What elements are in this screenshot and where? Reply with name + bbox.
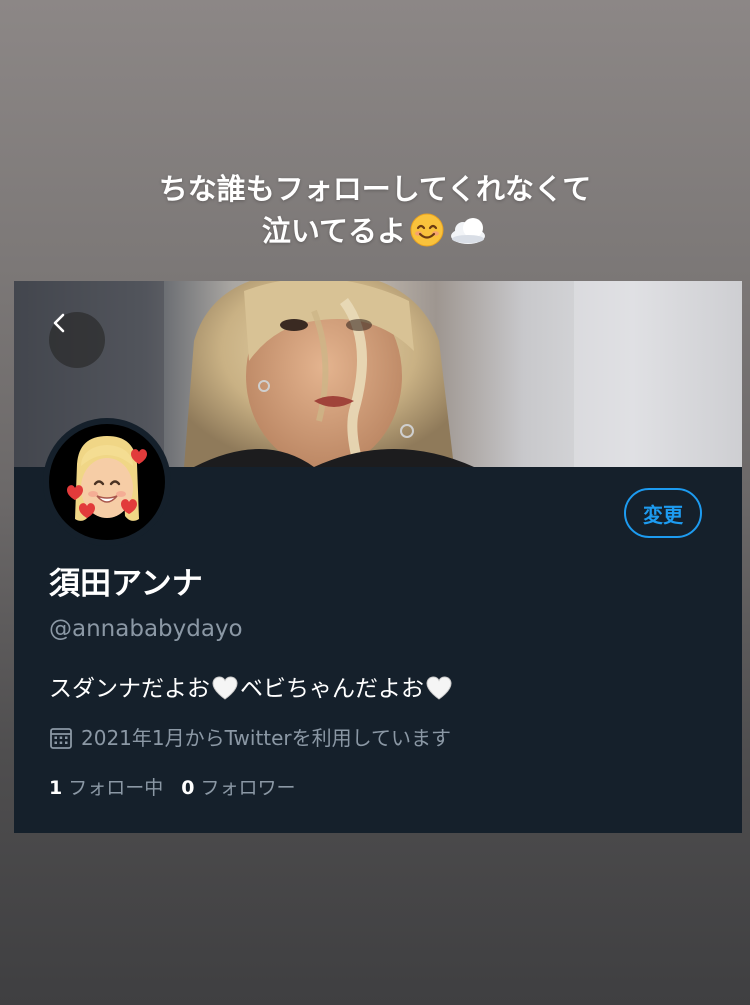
cloud-emoji-icon (451, 218, 486, 244)
joined-date: 2021年1月からTwitterを利用しています (49, 724, 451, 752)
joined-text: 2021年1月からTwitterを利用しています (81, 726, 452, 750)
calendar-icon (50, 728, 72, 749)
follow-stats: 1 フォロー中 0 フォロワー (49, 774, 296, 802)
profile-bio: スダンナだよお ベビちゃんだよお (49, 673, 454, 705)
smiling-face-emoji-icon (410, 213, 444, 247)
caption-line-1: ちな誰もフォローしてくれなくて (158, 172, 592, 206)
bio-text-1: スダンナだよお (49, 676, 210, 702)
profile-avatar[interactable] (43, 418, 171, 546)
story-caption: ちな誰もフォローしてくれなくて 泣いてるよ (0, 168, 750, 252)
bio-text-2: ベビちゃんだよお (240, 676, 424, 702)
memoji-avatar-image (49, 424, 165, 540)
following-link[interactable]: 1 フォロー中 (49, 774, 163, 802)
back-button[interactable] (49, 312, 105, 368)
following-count: 1 (49, 777, 63, 799)
caption-line-2-text: 泣いてるよ (261, 214, 407, 248)
followers-label: フォロワー (200, 777, 296, 799)
user-handle: @annababydayo (49, 616, 243, 642)
twitter-profile-card: 変更 須田アンナ @annababydayo スダンナだよお ベビちゃんだよお … (14, 281, 742, 833)
followers-link[interactable]: 0 フォロワー (181, 774, 295, 802)
caption-line-2: 泣いてるよ (0, 210, 750, 252)
following-label: フォロー中 (68, 777, 164, 799)
white-heart-icon (426, 676, 452, 700)
display-name: 須田アンナ (49, 566, 203, 602)
edit-profile-button[interactable]: 変更 (624, 488, 702, 538)
followers-count: 0 (181, 777, 195, 799)
chevron-left-icon (53, 313, 65, 333)
white-heart-icon (212, 676, 238, 700)
